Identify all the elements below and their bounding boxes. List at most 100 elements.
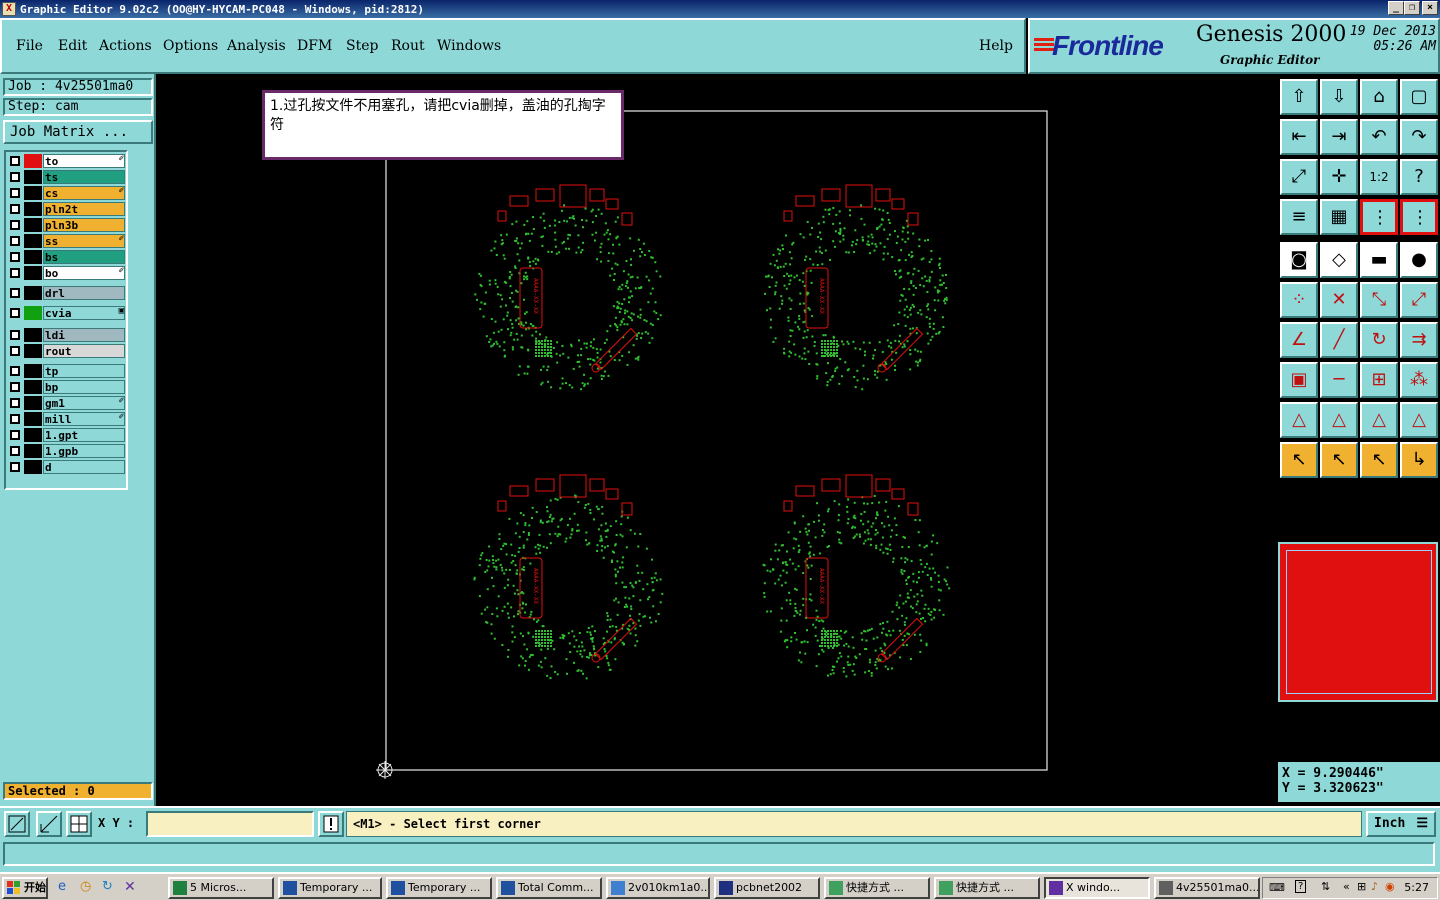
layer-checkbox[interactable] (10, 414, 20, 424)
menu-step[interactable]: Step (346, 38, 378, 54)
select-net-button[interactable]: ↖ (1360, 442, 1398, 478)
ie-icon[interactable]: e (58, 879, 66, 894)
layer-checkbox[interactable] (10, 398, 20, 408)
firefox-icon[interactable]: ◉ (1385, 880, 1395, 893)
measure-button[interactable] (36, 811, 62, 837)
xy-input[interactable] (146, 811, 314, 837)
center-button[interactable]: ✛ (1320, 159, 1358, 195)
graphic-canvas[interactable]: AAAA-XX-XX AAAA-XX-XX AAAA-XX-XX AAAA-XX-XX… (156, 74, 1276, 806)
taskbar-item[interactable]: 2v010km1a0... (606, 877, 710, 899)
layer-row[interactable]: pln2t (8, 202, 126, 216)
text-button[interactable]: ⇉ (1400, 322, 1438, 358)
layer-row[interactable]: ts (8, 170, 126, 184)
volume-icon[interactable]: ⇅ (1321, 880, 1330, 893)
job-matrix-button[interactable]: Job Matrix ... (3, 120, 153, 144)
redo-button[interactable]: ↷ (1400, 119, 1438, 155)
undo-button[interactable]: ↶ (1360, 119, 1398, 155)
layer-name[interactable]: mill (43, 412, 125, 426)
open-job-button[interactable]: ⇧ (1280, 79, 1318, 115)
layer-color-swatch[interactable] (24, 364, 42, 378)
layer-row[interactable]: gm1 ✐ (8, 396, 126, 410)
move-button[interactable]: ⤡ (1360, 282, 1398, 318)
snapshot-button[interactable]: ◙ (1280, 242, 1318, 278)
layer-color-swatch[interactable] (24, 396, 42, 410)
layer-checkbox[interactable] (10, 330, 20, 340)
cross-button[interactable]: △ (1400, 402, 1438, 438)
network-icon[interactable]: ⊞ (1357, 880, 1366, 893)
layer-color-swatch[interactable] (24, 306, 42, 320)
layer-checkbox[interactable] (10, 204, 20, 214)
layer-checkbox[interactable] (10, 172, 20, 182)
window-button[interactable]: ▢ (1400, 79, 1438, 115)
layer-name[interactable]: 1.gpb (43, 444, 125, 458)
layer-name[interactable]: to (43, 154, 125, 168)
grid-button[interactable]: ▦ (1320, 199, 1358, 235)
layer-row[interactable]: ss ✐ (8, 234, 126, 248)
taskbar-item[interactable]: Temporary ... (386, 877, 492, 899)
layer-name[interactable]: pln2t (43, 202, 125, 216)
overview-window[interactable] (1278, 542, 1438, 702)
layer-name[interactable]: bs (43, 250, 125, 264)
taskbar-item[interactable]: 5 Micros... (168, 877, 274, 899)
layer-checkbox[interactable] (10, 188, 20, 198)
menu-rout[interactable]: Rout (391, 38, 425, 54)
pad-button[interactable]: ● (1400, 242, 1438, 278)
layer-checkbox[interactable] (10, 430, 20, 440)
keyboard-icon[interactable]: ⌨ (1269, 881, 1285, 894)
layer-row[interactable]: 1.gpb (8, 444, 126, 458)
zoom-window-button[interactable] (4, 811, 30, 837)
zoom-left-button[interactable]: ⇤ (1280, 119, 1318, 155)
layer-checkbox[interactable] (10, 268, 20, 278)
surface-button[interactable]: ⁂ (1400, 362, 1438, 398)
taskbar-item[interactable]: Total Comm... (496, 877, 602, 899)
feature-filter-button[interactable]: ⋮ (1360, 199, 1398, 235)
select-button[interactable]: ↖ (1280, 442, 1318, 478)
layer-row[interactable]: 1.gpt (8, 428, 126, 442)
menu-analysis[interactable]: Analysis (227, 38, 286, 54)
layer-color-swatch[interactable] (24, 170, 42, 184)
x-app-icon[interactable]: ✕ (124, 879, 136, 895)
layer-color-swatch[interactable] (24, 286, 42, 300)
ratio-button[interactable]: 1:2 (1360, 159, 1398, 195)
fit-view-button[interactable]: ⤢ (1280, 159, 1318, 195)
polygon-button[interactable]: △ (1280, 402, 1318, 438)
home-button[interactable]: ⌂ (1360, 79, 1398, 115)
layer-color-swatch[interactable] (24, 380, 42, 394)
layer-color-swatch[interactable] (24, 460, 42, 474)
layer-color-swatch[interactable] (24, 428, 42, 442)
taskbar-item[interactable]: Temporary ... (278, 877, 382, 899)
layer-color-swatch[interactable] (24, 186, 42, 200)
layer-color-swatch[interactable] (24, 234, 42, 248)
route-button[interactable]: ↳ (1400, 442, 1438, 478)
save-button[interactable]: ⇩ (1320, 79, 1358, 115)
line-button[interactable]: ∠ (1280, 322, 1318, 358)
layer-name[interactable]: 1.gpt (43, 428, 125, 442)
layer-checkbox[interactable] (10, 220, 20, 230)
delete-button[interactable]: ✕ (1320, 282, 1358, 318)
layer-row[interactable]: bo ✐ (8, 266, 126, 280)
menu-options[interactable]: Options (163, 38, 218, 54)
layer-color-swatch[interactable] (24, 412, 42, 426)
menu-file[interactable]: File (16, 38, 43, 54)
start-button[interactable]: 开始 (2, 877, 48, 899)
layer-name[interactable]: rout (43, 344, 125, 358)
pad-add-button[interactable]: ▣ (1280, 362, 1318, 398)
units-selector[interactable]: Inch ☰ (1366, 811, 1436, 837)
layer-checkbox[interactable] (10, 288, 20, 298)
close-button[interactable]: × (1422, 1, 1438, 15)
layer-color-swatch[interactable] (24, 266, 42, 280)
menu-actions[interactable]: Actions (99, 38, 152, 54)
layer-row[interactable]: to ✐ (8, 154, 126, 168)
board-view[interactable]: AAAA-XX-XX AAAA-XX-XX AAAA-XX-XX AAAA-XX-XX (156, 74, 1276, 806)
help-icon[interactable]: ? (1295, 880, 1307, 893)
layer-name[interactable]: ts (43, 170, 125, 184)
taskbar-item[interactable]: 4v25501ma0... (1154, 877, 1260, 899)
layer-row[interactable]: d (8, 460, 126, 474)
select-box-button[interactable]: ↖ (1320, 442, 1358, 478)
copy-button[interactable]: ⤢ (1400, 282, 1438, 318)
layer-name[interactable]: gm1 (43, 396, 125, 410)
layer-checkbox[interactable] (10, 308, 20, 318)
layer-row[interactable]: pln3b (8, 218, 126, 232)
layer-settings-button[interactable]: ≡ (1280, 199, 1318, 235)
minimize-button[interactable]: _ (1388, 1, 1404, 15)
